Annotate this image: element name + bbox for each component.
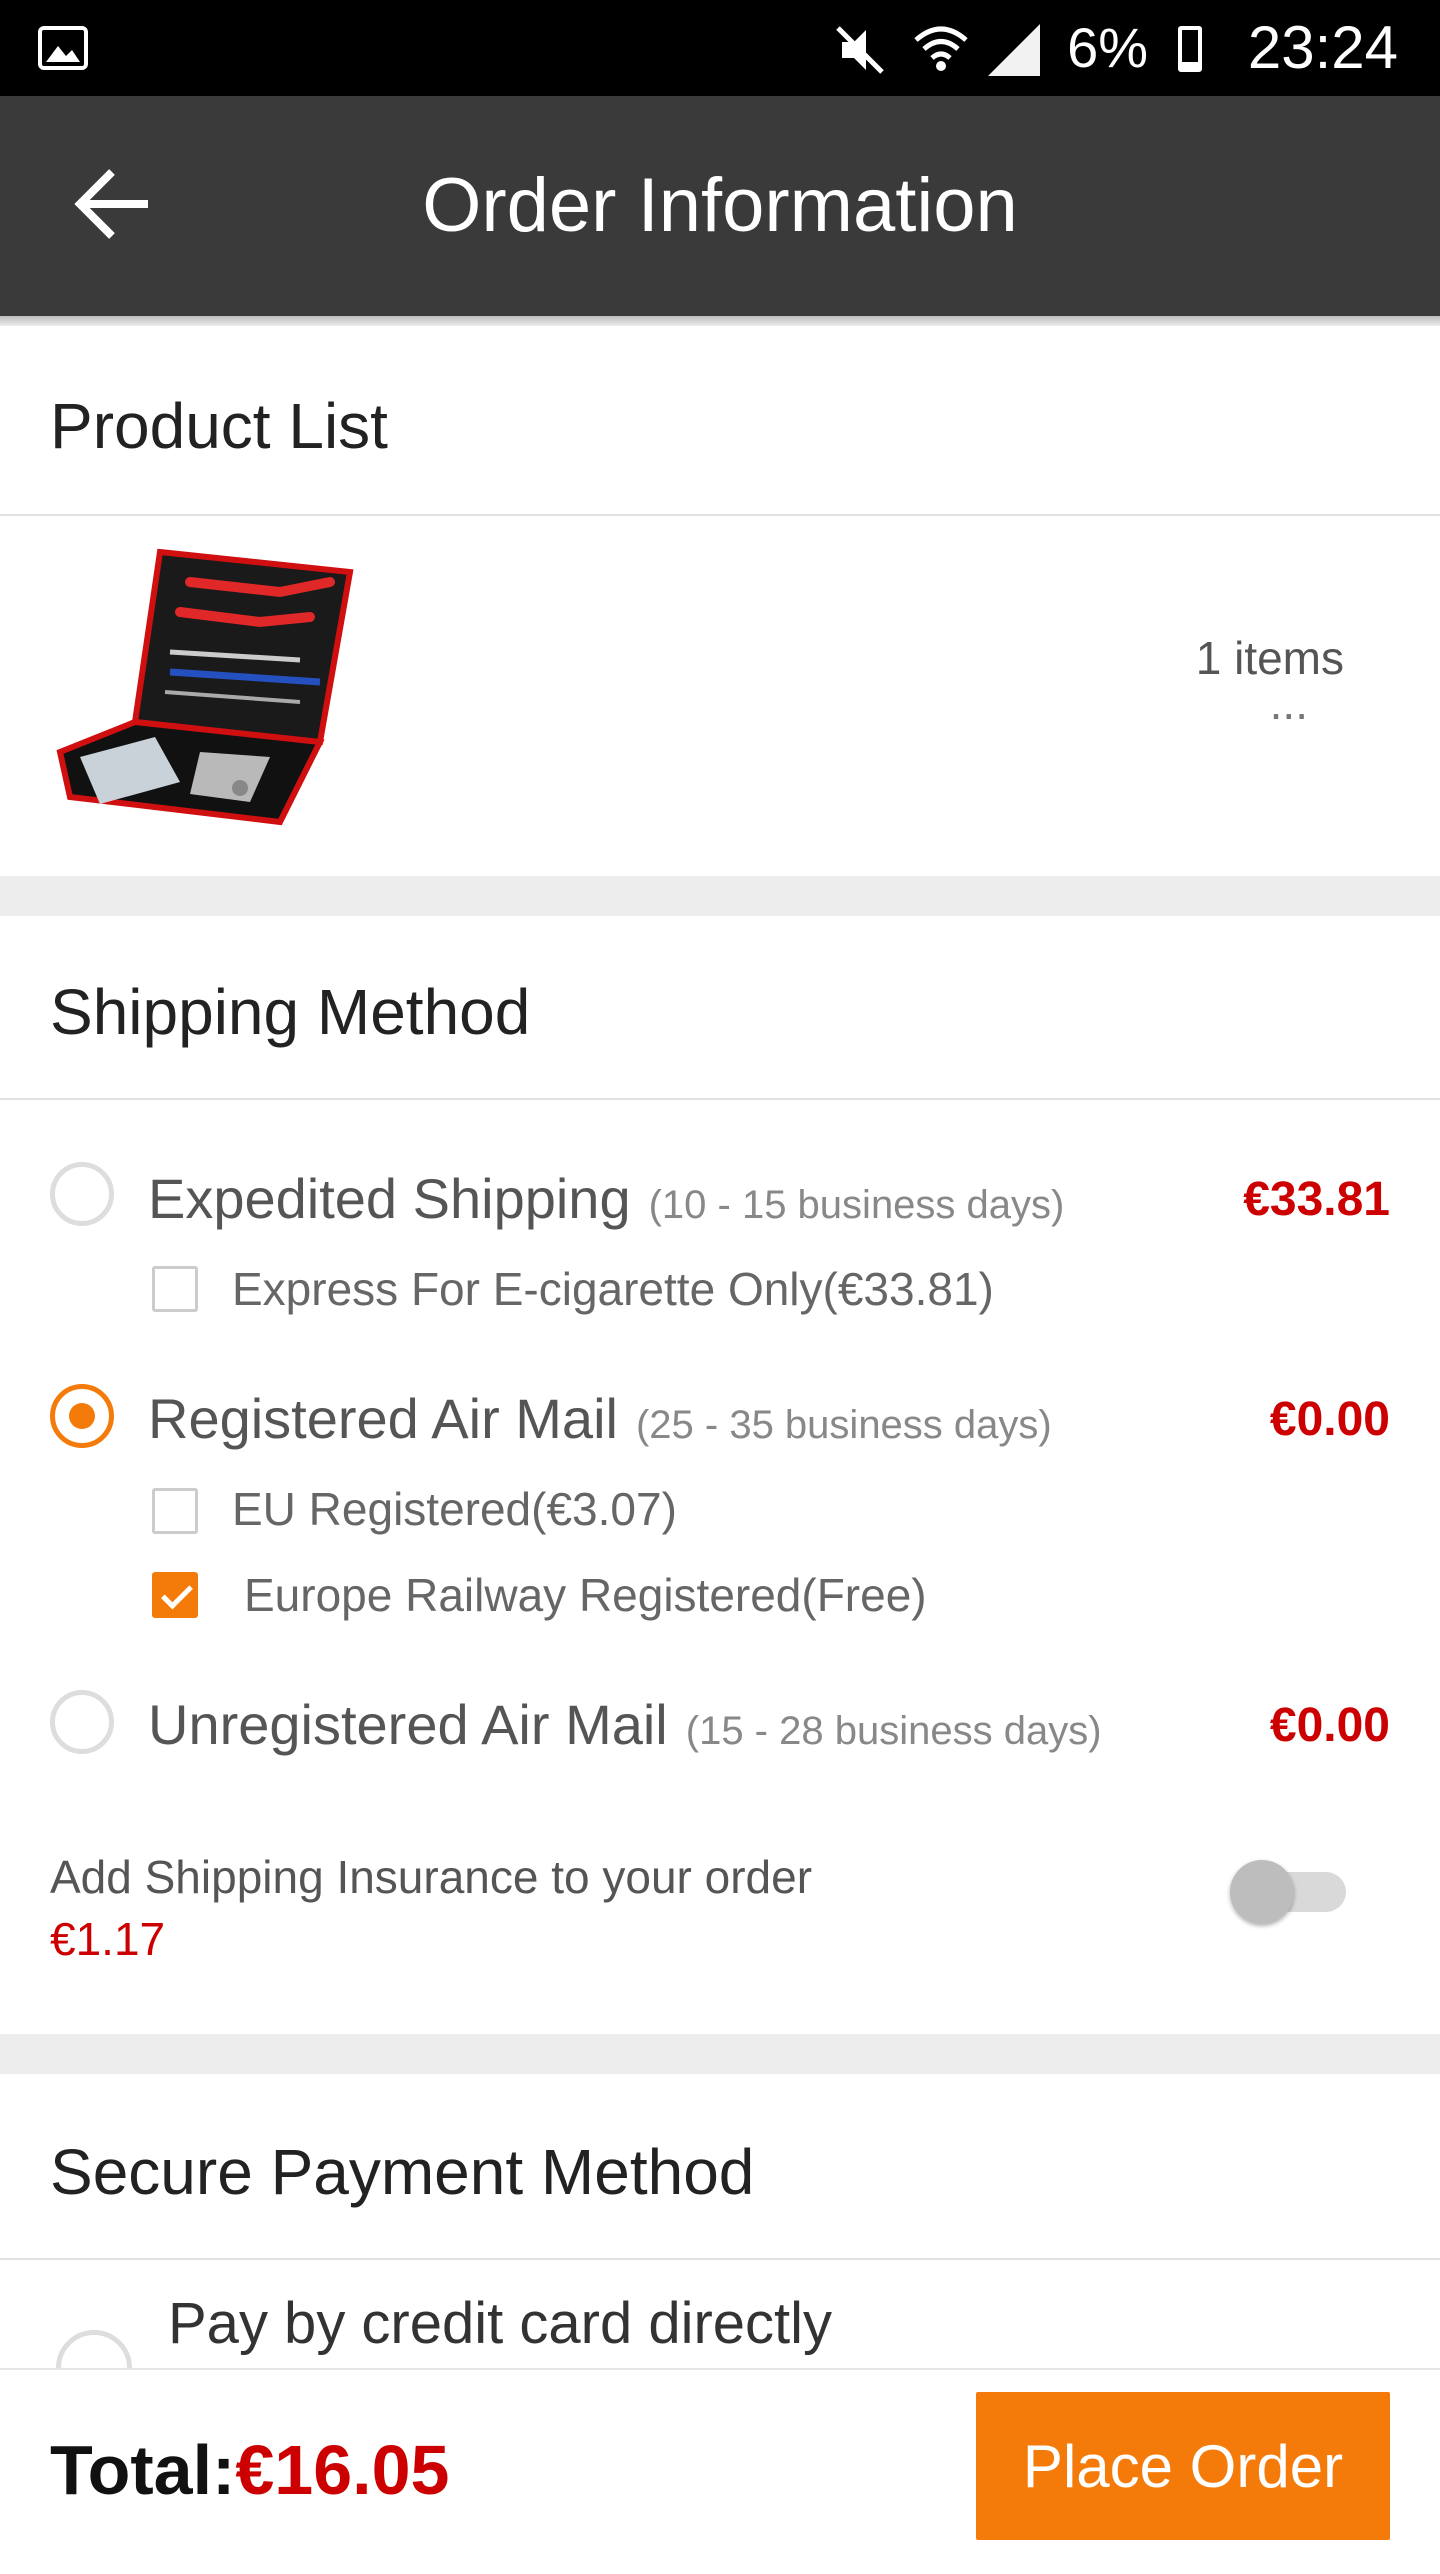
option-days: (25 - 35 business days) [635,1403,1052,1447]
checkbox-europe-railway-registered[interactable] [152,1572,198,1618]
product-image[interactable] [50,542,370,832]
gallery-icon [38,26,88,70]
payment-method-title: Secure Payment Method [50,2136,755,2208]
option-price: €0.00 [1269,1699,1390,1752]
radio-registered-air-mail[interactable] [50,1384,114,1448]
divider [0,2258,1440,2260]
bottom-bar: Total:€16.05 Place Order [0,2368,1440,2562]
radio-expedited-shipping[interactable] [50,1162,114,1226]
insurance-label: Add Shipping Insurance to your order [50,1851,813,1903]
insurance-toggle[interactable] [1230,1860,1348,1924]
order-total: Total:€16.05 [50,2430,449,2510]
clock: 23:24 [1247,14,1398,81]
checkbox-label: EU Registered(€3.07) [232,1483,677,1535]
toggle-thumb [1230,1860,1294,1924]
option-days: (15 - 28 business days) [685,1709,1102,1753]
option-registered-air-mail[interactable]: Registered Air Mail (25 - 35 business day… [148,1386,1052,1451]
option-expedited-shipping[interactable]: Expedited Shipping (10 - 15 business days… [148,1166,1064,1231]
option-price: €33.81 [1243,1173,1390,1226]
more-indicator[interactable]: ... [1270,676,1308,730]
product-list-card: Product List 1 items ... [0,326,1440,876]
shipping-method-card: Shipping Method Expedited Shipping (10 - … [0,916,1440,2034]
divider [0,1098,1440,1100]
divider [0,514,1440,516]
checkbox-eu-registered[interactable] [152,1488,198,1534]
total-label: Total: [50,2431,236,2509]
payment-option-credit-card[interactable]: Pay by credit card directly [168,2290,832,2357]
app-bar-shadow [0,316,1440,326]
battery-percent: 6% [1067,16,1148,79]
option-name: Expedited Shipping [148,1167,631,1230]
checkbox-label: Europe Railway Registered(Free) [244,1569,927,1621]
insurance-price: €1.17 [50,1913,166,1965]
option-name: Registered Air Mail [148,1387,618,1450]
checkbox-label: Express For E-cigarette Only(€33.81) [232,1263,994,1315]
option-unregistered-air-mail[interactable]: Unregistered Air Mail (15 - 28 business d… [148,1692,1102,1757]
option-price: €0.00 [1269,1393,1390,1446]
app-bar: Order Information [0,96,1440,326]
shipping-method-title: Shipping Method [50,976,531,1048]
option-name: Unregistered Air Mail [148,1693,668,1756]
total-amount: €16.05 [235,2431,450,2509]
signal-icon [988,24,1040,76]
product-list-title: Product List [50,390,388,462]
battery-icon [1178,26,1202,72]
page-title: Order Information [422,163,1018,248]
radio-unregistered-air-mail[interactable] [50,1690,114,1754]
mute-icon [836,26,884,74]
wifi-icon [914,26,968,71]
place-order-button[interactable]: Place Order [976,2392,1390,2540]
status-bar: 6% 23:24 [0,0,1440,96]
option-days: (10 - 15 business days) [648,1183,1065,1227]
checkbox-express-e-cigarette[interactable] [152,1266,198,1312]
